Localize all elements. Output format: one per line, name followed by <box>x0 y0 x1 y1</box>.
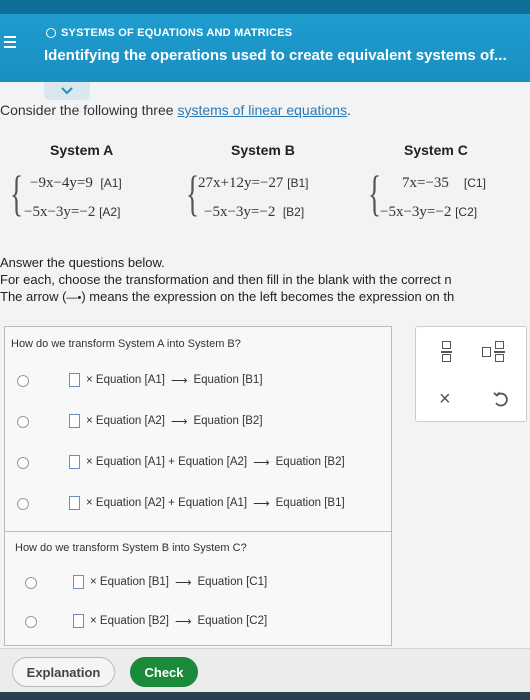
radio-q1-option-4[interactable] <box>17 498 29 510</box>
arrow-icon: ⟶ <box>253 457 270 469</box>
q1-option-2: × Equation [A2] ⟶ Equation [B2] <box>69 414 263 428</box>
intro-text: Consider the following three systems of … <box>0 102 351 118</box>
clear-icon[interactable]: × <box>439 389 451 409</box>
q2-option-2-text: × Equation [B2] <box>90 615 169 627</box>
arrow-icon: ⟶ <box>170 375 188 387</box>
radio-q1-option-3[interactable] <box>17 457 29 469</box>
q2-option-1-target: Equation [C1] <box>197 576 268 588</box>
chevron-down-icon <box>61 87 73 95</box>
equation-b1: 27x+12y=−27 [B1] <box>198 175 309 192</box>
equation-c2-tag: [C2] <box>455 205 478 219</box>
radio-q1-option-2[interactable] <box>17 416 29 428</box>
q2-option-1-text: × Equation [B1] <box>90 576 169 588</box>
equation-c1-text: 7x=−35 <box>402 175 449 191</box>
equation-a2-tag: [A2] <box>99 205 121 219</box>
menu-icon[interactable] <box>4 36 18 50</box>
equation-c1: 7x=−35 [C1] <box>402 175 486 192</box>
equation-c2: −5x−3y=−2 [C2] <box>380 204 477 221</box>
page-title: Identifying the operations used to creat… <box>44 47 507 64</box>
instructions: Answer the questions below. For each, ch… <box>0 254 454 307</box>
equation-c2-text: −5x−3y=−2 <box>380 204 452 220</box>
arrow-icon: —• <box>66 292 82 304</box>
blank-input-q2-2[interactable] <box>73 614 84 628</box>
question-panel: How do we transform System A into System… <box>4 326 392 646</box>
q1-option-4: × Equation [A2] + Equation [A1] ⟶ Equation… <box>69 496 345 510</box>
q1-option-1: × Equation [A1] ⟶ Equation [B1] <box>69 373 263 387</box>
q1-option-1-text: × Equation [A1] <box>86 374 165 386</box>
q1-option-3-target: Equation [B2] <box>275 456 345 468</box>
q2-option-1: × Equation [B1] ⟶ Equation [C1] <box>73 575 267 589</box>
q1-option-3-text: × Equation [A1] + Equation [A2] <box>86 456 248 468</box>
radio-q2-option-1[interactable] <box>25 577 37 589</box>
equation-a1: −9x−4y=9 [A1] <box>30 175 122 192</box>
arrow-icon: ⟶ <box>253 498 270 510</box>
q1-option-2-target: Equation [B2] <box>193 415 263 427</box>
mixed-number-icon[interactable] <box>482 341 512 363</box>
arrow-icon: ⟶ <box>174 616 192 628</box>
check-button[interactable]: Check <box>130 657 198 687</box>
instructions-line-3-pre: The arrow ( <box>0 289 67 304</box>
math-tools-panel: × <box>415 326 527 422</box>
q1-option-4-text: × Equation [A2] + Equation [A1] <box>86 497 248 509</box>
radio-q1-option-1[interactable] <box>17 375 29 387</box>
undo-icon[interactable] <box>492 391 510 409</box>
instructions-line-3: The arrow (—•) means the expression on t… <box>0 288 454 307</box>
collapse-button[interactable] <box>44 82 90 100</box>
equation-b2: −5x−3y=−2 [B2] <box>204 204 304 221</box>
topic-circle-icon <box>46 28 56 38</box>
system-c-label: System C <box>404 142 468 158</box>
instructions-line-3-post: ) means the expression on the left becom… <box>81 289 455 304</box>
blank-input-q1-2[interactable] <box>69 414 80 428</box>
top-strip <box>0 0 530 14</box>
systems-link[interactable]: systems of linear equations <box>177 102 347 118</box>
explanation-button[interactable]: Explanation <box>12 657 115 687</box>
q1-option-4-target: Equation [B1] <box>275 497 345 509</box>
topic-label: SYSTEMS OF EQUATIONS AND MATRICES <box>46 27 292 39</box>
equation-a1-tag: [A1] <box>100 176 122 190</box>
arrow-icon: ⟶ <box>174 577 192 589</box>
q2-option-2-target: Equation [C2] <box>197 615 268 627</box>
question-1-prompt: How do we transform System A into System… <box>11 338 241 350</box>
fraction-icon[interactable] <box>440 341 454 363</box>
blank-input-q1-3[interactable] <box>69 455 80 469</box>
equation-a1-text: −9x−4y=9 <box>30 175 93 191</box>
topic-text: SYSTEMS OF EQUATIONS AND MATRICES <box>61 27 293 39</box>
header-bar: SYSTEMS OF EQUATIONS AND MATRICES Identi… <box>0 0 530 82</box>
instructions-line-1: Answer the questions below. <box>0 255 165 270</box>
intro-suffix: . <box>347 102 351 118</box>
equation-c1-tag: [C1] <box>463 176 486 190</box>
system-b-label: System B <box>231 142 295 158</box>
blank-input-q1-4[interactable] <box>69 496 80 510</box>
arrow-icon: ⟶ <box>170 416 188 428</box>
equation-b2-text: −5x−3y=−2 <box>204 204 276 220</box>
equation-a2-text: −5x−3y=−2 <box>24 204 96 220</box>
equation-b1-tag: [B1] <box>287 176 309 190</box>
bottom-edge <box>0 692 530 700</box>
q2-option-2: × Equation [B2] ⟶ Equation [C2] <box>73 614 267 628</box>
brace-a: { <box>10 165 24 221</box>
q1-option-3: × Equation [A1] + Equation [A2] ⟶ Equation… <box>69 455 345 469</box>
instructions-line-2: For each, choose the transformation and … <box>0 272 452 287</box>
blank-input-q1-1[interactable] <box>69 373 80 387</box>
equation-b1-text: 27x+12y=−27 <box>198 175 284 191</box>
blank-input-q2-1[interactable] <box>73 575 84 589</box>
section-divider <box>5 531 391 532</box>
q1-option-1-target: Equation [B1] <box>193 374 263 386</box>
q1-option-2-text: × Equation [A2] <box>86 415 165 427</box>
radio-q2-option-2[interactable] <box>25 616 37 628</box>
equation-b2-tag: [B2] <box>282 205 305 219</box>
equation-a2: −5x−3y=−2 [A2] <box>24 204 120 221</box>
question-2-prompt: How do we transform System B into System… <box>15 542 247 554</box>
intro-prefix: Consider the following three <box>0 102 178 118</box>
system-a-label: System A <box>50 142 114 158</box>
